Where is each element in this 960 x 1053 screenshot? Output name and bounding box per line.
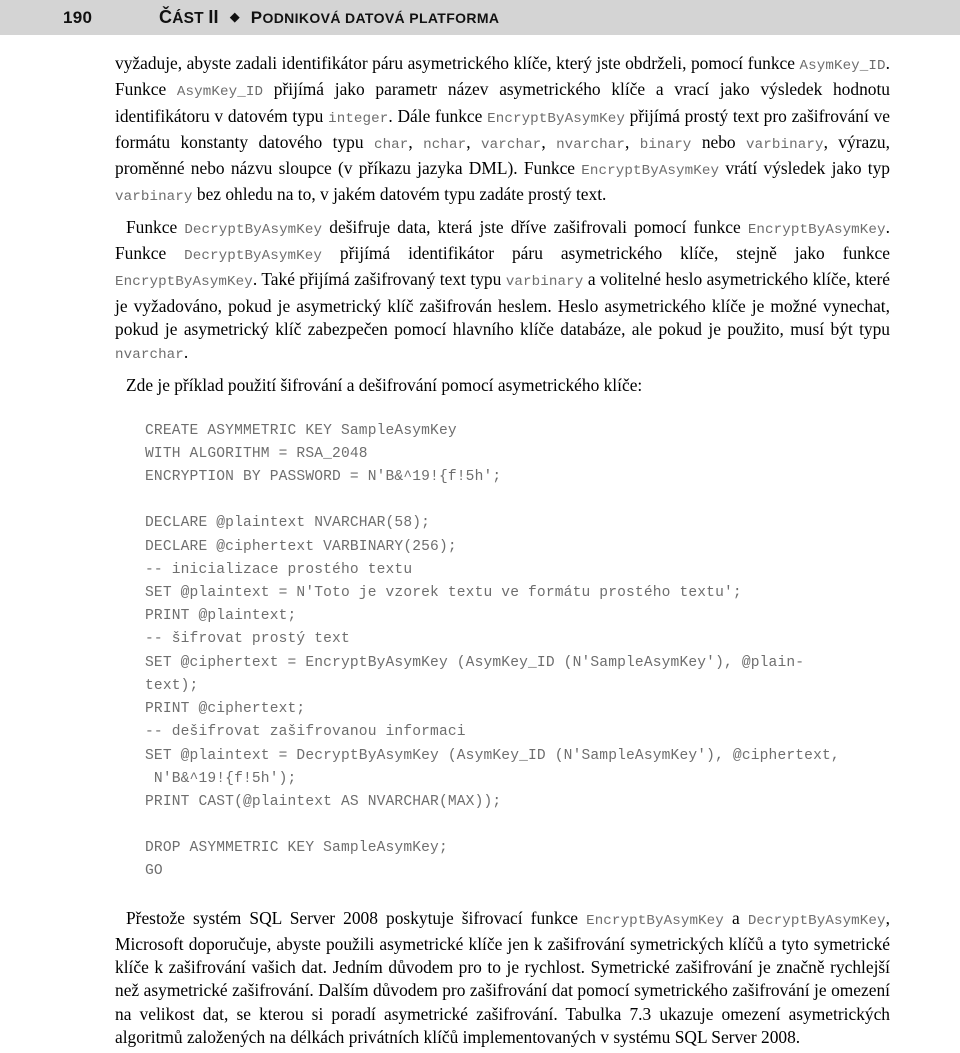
inline-code: binary (639, 136, 692, 153)
page-number: 190 (63, 7, 93, 27)
code-block-encrypt-decrypt: DECLARE @plaintext NVARCHAR(58); DECLARE… (145, 515, 840, 810)
inline-code: varchar (481, 136, 542, 153)
inline-code: EncryptByAsymKey (581, 163, 720, 180)
paragraph-decrypt: Funkce DecryptByAsymKey dešifruje data, … (115, 216, 890, 364)
code-spacer (115, 814, 890, 837)
paragraph-closing: Přestože systém SQL Server 2008 poskytuj… (115, 907, 890, 1047)
inline-code: integer (328, 110, 389, 127)
inline-code: varbinary (746, 136, 824, 153)
code-block-drop-key: DROP ASYMMETRIC KEY SampleAsymKey; GO (145, 840, 448, 880)
code-block-create-key: CREATE ASYMMETRIC KEY SampleAsymKey WITH… (145, 422, 502, 486)
inline-code: EncryptByAsymKey (487, 110, 625, 127)
running-header: 190 ČÁST II ◆ PODNIKOVÁ DATOVÁ PLATFORMA (0, 0, 960, 35)
inline-code: varbinary (115, 189, 193, 206)
chapter-title: PODNIKOVÁ DATOVÁ PLATFORMA (250, 7, 500, 27)
inline-code: EncryptByAsymKey (115, 274, 253, 291)
inline-code: nchar (423, 136, 467, 153)
code-spacer (115, 884, 890, 907)
paragraph-asymkey-id: vyžaduje, abyste zadali identifikátor pá… (115, 53, 891, 206)
code-spacer (115, 397, 890, 420)
code-spacer (115, 489, 890, 512)
inline-code: DecryptByAsymKey (184, 248, 322, 265)
part-label: ČÁST II (159, 7, 219, 27)
paragraph-example-intro: Zde je příklad použití šifrování a dešif… (126, 374, 643, 395)
inline-code: char (373, 136, 409, 153)
page-content: vyžaduje, abyste zadali identifikátor pá… (115, 35, 890, 1049)
inline-code: varbinary (505, 274, 584, 291)
inline-code: DecryptByAsymKey (747, 912, 886, 929)
diamond-icon: ◆ (229, 9, 240, 24)
book-page: 190 ČÁST II ◆ PODNIKOVÁ DATOVÁ PLATFORMA… (0, 0, 960, 1049)
inline-code: EncryptByAsymKey (747, 221, 886, 238)
inline-code: AsymKey_ID (799, 58, 886, 74)
inline-code: nvarchar (556, 136, 625, 153)
header-title-group: ČÁST II ◆ PODNIKOVÁ DATOVÁ PLATFORMA (159, 7, 499, 28)
inline-code: AsymKey_ID (176, 84, 264, 101)
inline-code: EncryptByAsymKey (586, 912, 724, 929)
inline-code: nvarchar (115, 347, 184, 364)
inline-code: DecryptByAsymKey (184, 221, 323, 238)
